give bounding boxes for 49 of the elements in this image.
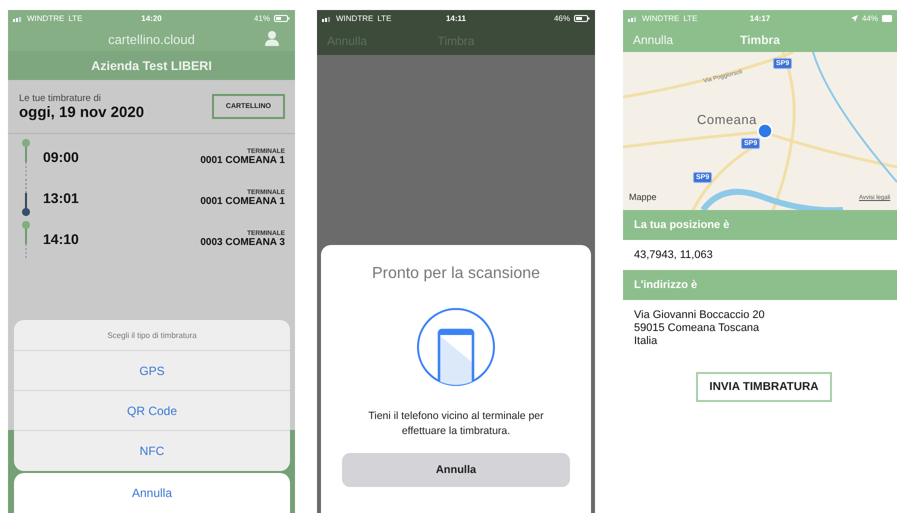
- punch-time: 09:00: [43, 148, 80, 164]
- address-line: 59015 Comeana Toscana: [634, 322, 760, 335]
- carrier-name: WINDTRE: [27, 14, 64, 23]
- network-type: LTE: [683, 14, 698, 23]
- cancel-button[interactable]: Annulla: [342, 453, 570, 487]
- scan-instructions: Tieni il telefono vicino al terminale per effettuare la timbratura.: [367, 409, 545, 439]
- terminal-name: 0001 COMEANA 1: [200, 196, 285, 206]
- address-line: Italia: [634, 335, 658, 348]
- battery-icon: [882, 15, 892, 22]
- status-time: 14:17: [750, 14, 770, 23]
- signal-icon: [13, 16, 23, 22]
- sheet-option[interactable]: QR Code: [14, 391, 290, 431]
- address-line: Via Giovanni Boccaccio 20: [634, 309, 766, 322]
- sheet-title: Pronto per la scansione: [372, 265, 540, 283]
- terminal-name: 0001 COMEANA 1: [200, 154, 285, 166]
- battery-icon: [574, 15, 590, 22]
- carrier-name: WINDTRE: [642, 14, 680, 23]
- network-type: LTE: [68, 14, 82, 23]
- section-heading: La tua posizione è: [623, 210, 897, 240]
- nav-title: Timbra: [740, 32, 780, 46]
- battery-percent: 46%: [554, 14, 570, 23]
- map-attribution: Mappe: [629, 192, 657, 202]
- current-date: oggi, 19 nov 2020: [19, 104, 144, 120]
- signal-icon: [322, 16, 332, 22]
- sheet-option[interactable]: GPS: [14, 351, 290, 391]
- battery-icon: [274, 15, 290, 22]
- carrier-name: WINDTRE: [336, 14, 374, 23]
- cancel-button[interactable]: Annulla: [14, 473, 290, 513]
- sheet-title: Scegli il tipo di timbratura: [14, 320, 290, 351]
- location-dot-icon: [757, 123, 773, 139]
- section-heading: L'indirizzo è: [623, 270, 897, 300]
- network-type: LTE: [377, 14, 392, 23]
- sheet-option[interactable]: NFC: [14, 431, 290, 471]
- status-time: 14:20: [141, 14, 162, 23]
- punch-time: 13:01: [43, 190, 80, 206]
- battery-percent: 41%: [254, 14, 270, 23]
- date-caption: Le tue timbrature di: [19, 92, 102, 104]
- signal-icon: [628, 16, 638, 22]
- terminal-name: 0003 COMEANA 3: [200, 236, 285, 248]
- town-label: Comeana: [697, 112, 757, 127]
- user-icon[interactable]: [265, 30, 279, 46]
- punch-time: 14:10: [43, 230, 80, 246]
- status-time: 14:11: [446, 14, 466, 23]
- send-punch-button[interactable]: INVIA TIMBRATURA: [696, 372, 832, 402]
- app-title: cartellino.cloud: [108, 32, 195, 46]
- company-name: Azienda Test LIBERI: [8, 51, 295, 80]
- coordinates: 43,7943, 11,063: [633, 248, 714, 263]
- phone-scan-icon: [416, 307, 496, 387]
- battery-percent: 44%: [862, 14, 878, 23]
